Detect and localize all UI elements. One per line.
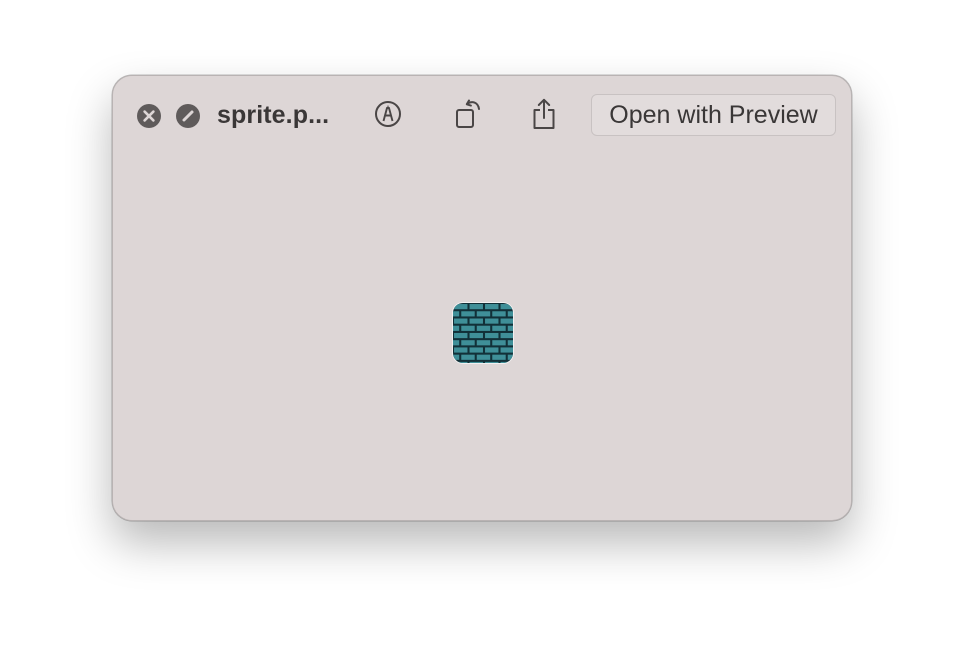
share-button[interactable] — [526, 96, 562, 132]
quicklook-window: sprite.p... Open with Preview — [112, 75, 852, 521]
rotate-button[interactable] — [450, 96, 486, 132]
file-title: sprite.p... — [217, 101, 330, 129]
close-icon — [143, 110, 155, 122]
rotate-left-icon — [456, 99, 480, 128]
fullscreen-icon — [182, 110, 194, 122]
fullscreen-button[interactable] — [176, 104, 200, 128]
brick-sprite-image — [452, 302, 514, 364]
markup-icon — [375, 101, 401, 127]
window-titlebar: sprite.p... Open with Preview — [113, 76, 851, 154]
open-with-preview-button[interactable]: Open with Preview — [591, 94, 836, 136]
close-button[interactable] — [137, 104, 161, 128]
markup-button[interactable] — [370, 96, 406, 132]
share-icon — [533, 98, 555, 129]
